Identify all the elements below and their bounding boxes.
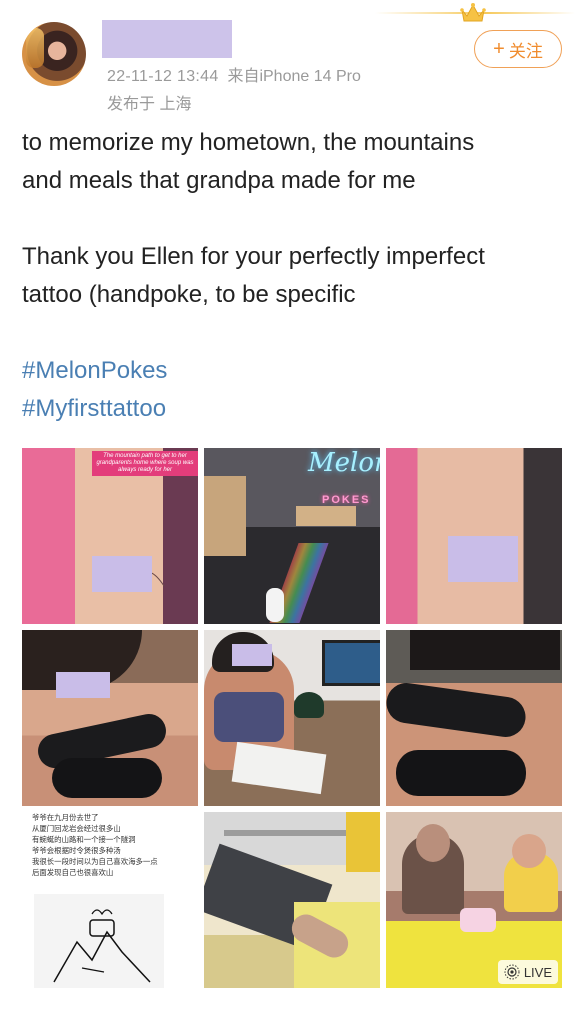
crown-icon [460,3,486,22]
post-text-line: to memorize my hometown, the mountains [22,129,475,156]
live-photo-label: LIVE [523,964,552,980]
gallery-image-4[interactable] [22,630,198,806]
follow-button[interactable]: + 关注 [474,30,562,68]
hashtag-link[interactable]: #Myfirsttattoo [22,390,562,428]
image-gallery: The mountain path to get to her grandpar… [22,448,563,989]
mountain-bowl-sketch [53,909,151,983]
live-photo-icon [504,964,520,980]
gallery-image-8[interactable] [204,812,380,988]
post-meta: 22-11-12 13:44 来自iPhone 14 Pro [107,66,361,88]
neon-sign-text: Melon [308,448,380,478]
gallery-image-5[interactable] [204,630,380,806]
gallery-image-3[interactable] [386,448,562,624]
gallery-image-6[interactable] [386,630,562,806]
avatar-background-light [26,28,44,68]
post-text-line: tattoo (handpoke, to be specific [22,281,356,308]
post-header: 22-11-12 13:44 来自iPhone 14 Pro 发布于 上海 + … [0,0,577,118]
post-timestamp: 22-11-12 13:44 [107,68,219,85]
post-text-line: and meals that grandpa made for me [22,167,416,194]
gallery-image-9[interactable]: LIVE [386,812,562,988]
gallery-image-2[interactable]: Melon POKES [204,448,380,624]
redaction-mask [448,536,518,582]
post-text-line: Thank you Ellen for your perfectly imper… [22,243,485,270]
username-redacted[interactable] [102,20,232,58]
neon-sign-subtext: POKES [322,494,371,506]
image-caption: The mountain path to get to her grandpar… [92,451,198,476]
redaction-mask [56,672,110,698]
post-location: 发布于 上海 [107,96,192,113]
post-source: 来自iPhone 14 Pro [227,68,361,85]
gallery-image-1[interactable]: The mountain path to get to her grandpar… [22,448,198,624]
post-content: to memorize my hometown, the mountains a… [22,124,562,428]
live-photo-badge[interactable]: LIVE [497,960,558,984]
avatar[interactable] [22,22,86,86]
gallery-image-7[interactable]: 爷爷在九月份去世了 从厦门回龙岩会经过很多山 有蜿蜒的山路和一个接一个隧洞 爷爷… [22,812,198,988]
hashtag-link[interactable]: #MelonPokes [22,352,562,390]
plus-icon: + [493,38,505,60]
redaction-mask [92,556,152,592]
follow-label: 关注 [508,41,543,61]
image-handwritten-note: 爷爷在九月份去世了 从厦门回龙岩会经过很多山 有蜿蜒的山路和一个接一个隧洞 爷爷… [32,813,158,877]
redaction-mask [232,644,272,666]
